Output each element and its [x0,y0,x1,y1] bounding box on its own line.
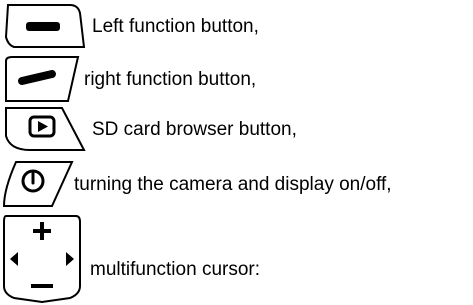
legend-item-power: turning the camera and display on/off, [0,159,392,209]
legend-label: SD card browser button, [92,118,297,140]
legend-item-cursor: multifunction cursor: [0,214,260,304]
legend-item-right-function: right function button, [0,55,256,103]
legend-item-left-function: Left function button, [0,0,259,52]
legend-label: Left function button, [92,15,259,37]
multifunction-cursor-icon [3,215,81,304]
sd-card-browser-button-icon [5,107,86,151]
legend-label: right function button, [84,68,257,90]
legend-label: turning the camera and display on/off, [74,173,392,195]
right-function-button-icon [5,56,80,102]
legend-label: multifunction cursor: [90,258,261,280]
legend-item-sd-browser: SD card browser button, [0,104,297,154]
left-function-button-icon [4,4,86,48]
power-button-icon [2,161,74,207]
